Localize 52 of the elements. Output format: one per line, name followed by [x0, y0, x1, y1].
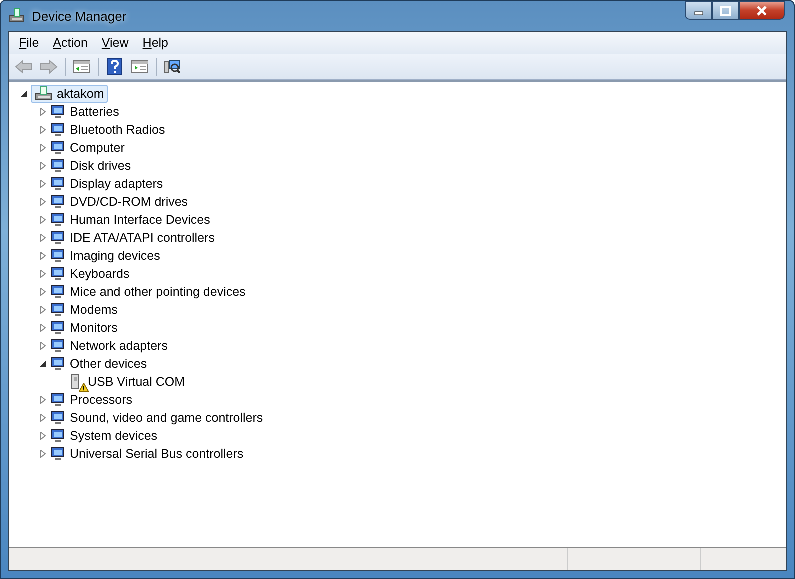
tree-item[interactable]: Display adapters	[70, 177, 164, 191]
tree-item[interactable]: Imaging devices	[70, 249, 160, 263]
device-icon	[50, 104, 66, 120]
device-icon	[50, 446, 66, 462]
tree-item[interactable]: Bluetooth Radios	[70, 123, 166, 137]
menu-item[interactable]: Action	[46, 34, 95, 52]
close-icon	[756, 6, 768, 16]
device-icon	[50, 338, 66, 354]
tree-item[interactable]: Human Interface Devices	[70, 213, 210, 227]
close-button[interactable]	[739, 1, 785, 20]
menu-item[interactable]: File	[12, 34, 46, 52]
device-icon	[50, 410, 66, 426]
expand-arrow-icon[interactable]	[39, 360, 47, 368]
tree-item[interactable]: System devices	[70, 429, 158, 443]
device-icon	[50, 248, 66, 264]
device-icon	[50, 284, 66, 300]
tree-item[interactable]: Modems	[70, 303, 118, 317]
device-icon	[50, 158, 66, 174]
tree-item[interactable]: Network adapters	[70, 339, 168, 353]
menu-item[interactable]: View	[94, 34, 136, 52]
tree-item[interactable]: Monitors	[70, 321, 118, 335]
device-icon	[50, 320, 66, 336]
minimize-button[interactable]	[685, 1, 712, 20]
tree-item[interactable]: aktakom	[31, 85, 108, 103]
tree-item[interactable]: Sound, video and game controllers	[70, 411, 264, 425]
window-title: Device Manager	[32, 8, 127, 24]
tree-item[interactable]: Batteries	[70, 105, 120, 119]
tree-item[interactable]: USB Virtual COM	[88, 375, 186, 389]
device-icon	[50, 212, 66, 228]
device-icon	[50, 194, 66, 210]
tree-item[interactable]: Keyboards	[70, 267, 130, 281]
device-icon	[50, 122, 66, 138]
tree-item[interactable]: DVD/CD-ROM drives	[70, 195, 188, 209]
maximize-icon	[720, 6, 731, 16]
tree-item[interactable]: Processors	[70, 393, 133, 407]
device-icon	[50, 140, 66, 156]
tree-item[interactable]: IDE ATA/ATAPI controllers	[70, 231, 215, 245]
tree-item[interactable]: Disk drives	[70, 159, 132, 173]
tree-item[interactable]: Other devices	[70, 357, 148, 371]
device-icon	[50, 356, 66, 372]
menu-item[interactable]: Help	[136, 34, 176, 52]
device-icon	[50, 392, 66, 408]
tree-item[interactable]: Mice and other pointing devices	[70, 285, 246, 299]
device-icon	[50, 230, 66, 246]
device-icon	[50, 266, 66, 282]
device-icon	[50, 428, 66, 444]
tree-item[interactable]: Universal Serial Bus controllers	[70, 447, 244, 461]
device-icon	[50, 176, 66, 192]
expand-arrow-icon[interactable]	[20, 90, 28, 98]
tree-item[interactable]: Computer	[70, 141, 125, 155]
device-icon	[50, 302, 66, 318]
maximize-button[interactable]	[712, 1, 739, 20]
